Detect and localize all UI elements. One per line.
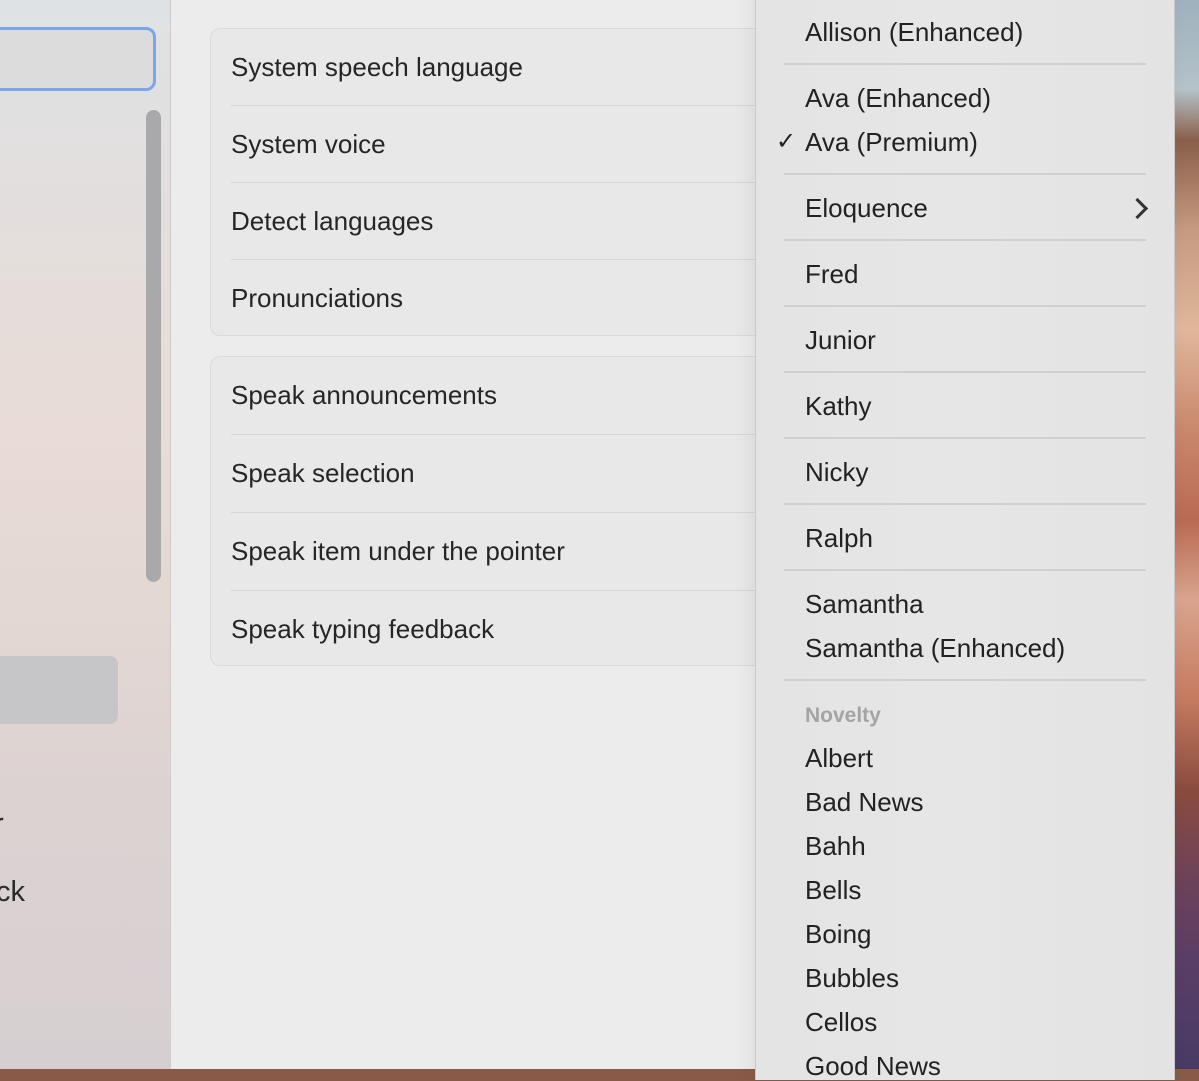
menu-item-bubbles[interactable]: Bubbles [805,963,899,993]
row-pronunciations[interactable]: Pronunciations [231,259,771,337]
menu-item-kathy[interactable]: Kathy [805,391,872,421]
chevron-right-icon [1126,197,1149,220]
menu-item-junior[interactable]: Junior [805,325,876,355]
menu-separator [784,239,1146,241]
row-label: Speak selection [231,458,415,488]
sidebar-item-label[interactable]: r [0,808,4,841]
menu-separator [784,173,1146,175]
menu-separator [784,63,1146,65]
row-detect-languages[interactable]: Detect languages [231,182,771,260]
menu-item-fred[interactable]: Fred [805,259,858,289]
menu-item-good-news[interactable]: Good News [805,1051,941,1081]
row-label: System voice [231,129,386,159]
menu-section-header-novelty: Novelty [805,704,881,727]
menu-item-ava-enhanced[interactable]: Ava (Enhanced) [805,83,991,113]
menu-item-nicky[interactable]: Nicky [805,457,869,487]
menu-separator [784,503,1146,505]
row-label: Speak typing feedback [231,614,495,644]
settings-group-speak: Speak announcements Speak selection Spea… [210,356,772,666]
row-label: Detect languages [231,206,434,236]
menu-separator [784,437,1146,439]
menu-item-ralph[interactable]: Ralph [805,523,873,553]
menu-item-cellos[interactable]: Cellos [805,1007,877,1037]
sidebar-item-label[interactable]: ck [0,876,25,909]
checkmark-icon: ✓ [776,128,797,155]
row-label: Pronunciations [231,283,403,313]
menu-item-eloquence[interactable]: Eloquence [805,193,928,223]
row-system-speech-language[interactable]: System speech language [231,29,771,106]
menu-separator [784,569,1146,571]
menu-item-allison-enhanced[interactable]: Allison (Enhanced) [805,17,1023,47]
voice-dropdown-menu: Allison (Enhanced) Ava (Enhanced) ✓ Ava … [755,0,1175,1081]
row-speak-selection[interactable]: Speak selection [231,434,771,512]
row-label: System speech language [231,52,523,82]
menu-separator [784,305,1146,307]
sidebar: r ck [0,0,171,1069]
menu-separator [784,371,1146,373]
row-label: Speak item under the pointer [231,536,565,566]
settings-pane: System speech language System voice Dete… [171,0,772,1069]
row-speak-announcements[interactable]: Speak announcements [231,357,771,434]
settings-group-speech: System speech language System voice Dete… [210,28,772,336]
menu-separator [784,679,1146,681]
menu-item-albert[interactable]: Albert [805,743,873,773]
menu-item-boing[interactable]: Boing [805,919,872,949]
row-label: Speak announcements [231,380,497,410]
menu-item-bells[interactable]: Bells [805,875,861,905]
row-speak-item-under-pointer[interactable]: Speak item under the pointer [231,512,771,590]
row-speak-typing-feedback[interactable]: Speak typing feedback [231,590,771,668]
menu-item-samantha[interactable]: Samantha [805,589,924,619]
menu-item-bahh[interactable]: Bahh [805,831,866,861]
row-system-voice[interactable]: System voice [231,105,771,183]
menu-item-ava-premium[interactable]: Ava (Premium) [805,127,978,157]
sidebar-item-selected[interactable] [0,656,118,724]
search-input[interactable] [0,27,156,91]
menu-item-bad-news[interactable]: Bad News [805,787,924,817]
scrollbar-thumb[interactable] [146,110,161,582]
menu-item-samantha-enhanced[interactable]: Samantha (Enhanced) [805,633,1065,663]
